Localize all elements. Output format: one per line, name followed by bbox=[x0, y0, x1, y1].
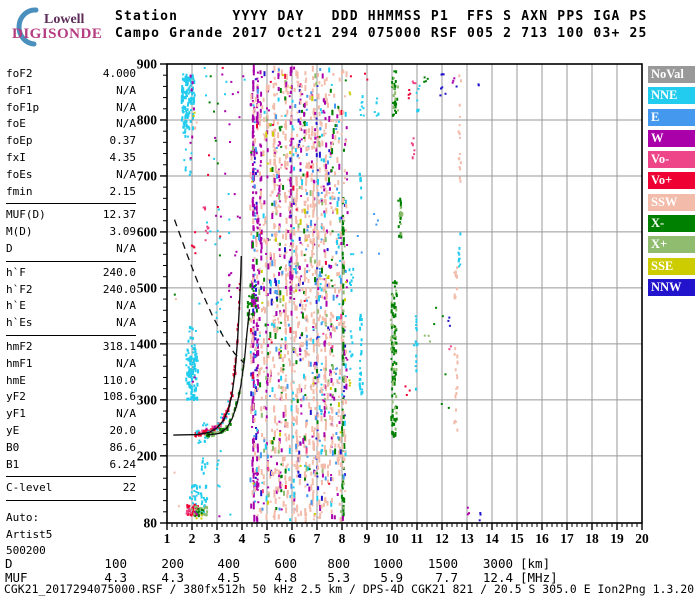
distance-unit: [km] bbox=[520, 556, 551, 571]
svg-text:9: 9 bbox=[364, 531, 371, 546]
svg-text:600: 600 bbox=[137, 224, 158, 239]
svg-text:17: 17 bbox=[560, 531, 574, 546]
svg-text:900: 900 bbox=[137, 57, 158, 72]
svg-text:2: 2 bbox=[189, 531, 196, 546]
svg-text:4: 4 bbox=[239, 531, 246, 546]
ionogram-plot: 900800700600500400300200801 2 3 4 5 6 7 8 9 10 11 1… bbox=[137, 57, 649, 547]
svg-text:19: 19 bbox=[610, 531, 624, 546]
svg-text:16: 16 bbox=[535, 531, 549, 546]
ionogram-screen: Lowell DIGISONDE Station YYYY DAY DDD HH… bbox=[0, 0, 700, 600]
svg-text:12: 12 bbox=[435, 531, 449, 546]
svg-text:10: 10 bbox=[385, 531, 399, 546]
svg-text:8: 8 bbox=[339, 531, 346, 546]
file-info-line: CGK21_2017294075000.RSF / 380fx512h 50 k… bbox=[4, 583, 695, 596]
svg-text:7: 7 bbox=[314, 531, 321, 546]
svg-text:400: 400 bbox=[137, 336, 158, 351]
svg-text:18: 18 bbox=[585, 531, 599, 546]
svg-text:700: 700 bbox=[137, 168, 158, 183]
svg-text:800: 800 bbox=[137, 112, 158, 127]
svg-text:1: 1 bbox=[164, 531, 171, 546]
svg-text:200: 200 bbox=[137, 448, 158, 463]
svg-text:11: 11 bbox=[411, 531, 424, 546]
distance-value: 3000 bbox=[482, 556, 513, 571]
svg-text:13: 13 bbox=[460, 531, 474, 546]
svg-text:14: 14 bbox=[485, 531, 499, 546]
svg-text:80: 80 bbox=[144, 516, 158, 531]
svg-text:20: 20 bbox=[635, 531, 649, 546]
svg-text:15: 15 bbox=[510, 531, 524, 546]
svg-text:5: 5 bbox=[264, 531, 271, 546]
svg-text:500: 500 bbox=[137, 280, 158, 295]
muf-distance-table: D 100 200 400 600 800 1000 1500 3000 [km] MUF 4.3 4.… bbox=[0, 556, 700, 585]
svg-text:3: 3 bbox=[214, 531, 221, 546]
svg-text:300: 300 bbox=[137, 392, 158, 407]
svg-text:6: 6 bbox=[289, 531, 296, 546]
